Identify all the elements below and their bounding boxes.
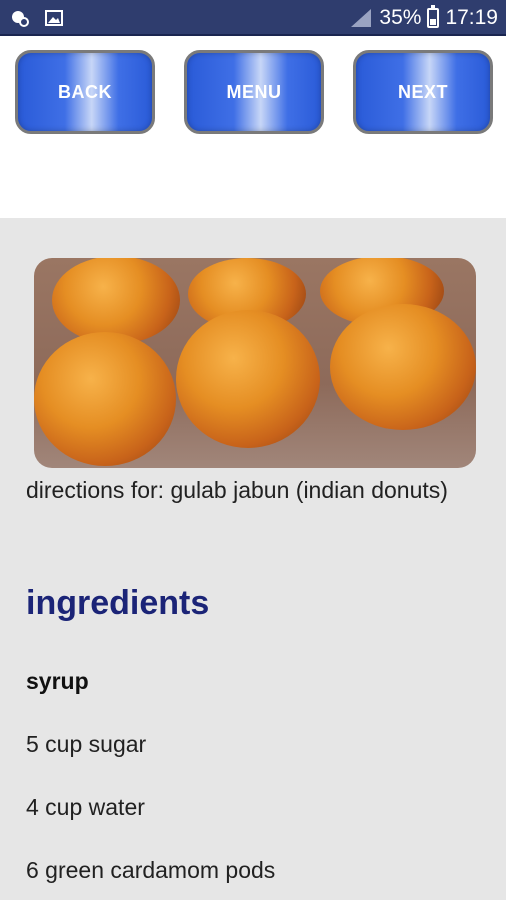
battery-icon xyxy=(427,5,440,28)
ingredients-heading: ingredients xyxy=(26,584,210,622)
status-left xyxy=(10,8,64,28)
status-bar: 35% 17:19 xyxy=(0,0,506,36)
syrup-subheading: syrup xyxy=(26,668,89,694)
nav-area: BACK MENU NEXT xyxy=(0,36,506,218)
next-button[interactable]: NEXT xyxy=(353,50,493,134)
recipe-photo xyxy=(34,258,476,468)
gallery-icon xyxy=(44,8,64,28)
ingredient-item: 6 green cardamom pods xyxy=(26,857,276,883)
menu-button[interactable]: MENU xyxy=(184,50,324,134)
status-right: 35% 17:19 xyxy=(349,5,498,30)
battery-percent: 35% xyxy=(379,6,422,29)
back-button[interactable]: BACK xyxy=(15,50,155,134)
signal-icon xyxy=(349,8,373,28)
ingredient-item: 4 cup water xyxy=(26,794,145,820)
clock: 17:19 xyxy=(445,6,498,29)
directions-text: directions for: gulab jabun (indian donu… xyxy=(26,477,448,503)
ingredient-item: 5 cup sugar xyxy=(26,731,147,757)
notification-icon xyxy=(10,8,30,28)
